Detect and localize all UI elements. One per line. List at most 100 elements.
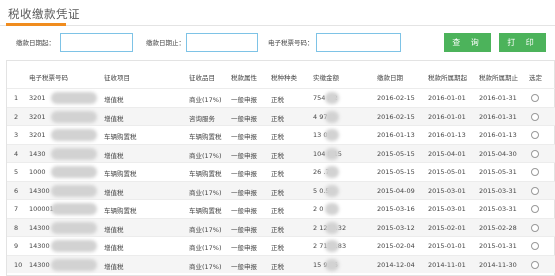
table-row[interactable]: 5 1000 车辆购置税 车辆购置税 一般申报 正税 26 .74 2015-05-15 201… (7, 162, 555, 181)
row-tax-kind: 正税 (271, 207, 284, 215)
row-number: 10 (14, 260, 23, 269)
row-payment-date: 2015-05-15 (377, 149, 415, 158)
row-levy-item: 增值税 (104, 225, 124, 234)
row-payment-date: 2016-02-15 (377, 112, 415, 121)
row-number: 5 (14, 168, 19, 176)
row-select-radio[interactable] (531, 186, 539, 195)
row-select-radio[interactable] (531, 260, 539, 269)
table-row[interactable]: 6 14300 增值税 商业(17%) 一般申报 正税 5 0.58 2015-04-09 20… (7, 180, 555, 199)
row-select-radio[interactable] (531, 112, 539, 121)
row-ticket-number: 1000 (29, 168, 46, 176)
row-levy-category: 商业(17%) (189, 244, 222, 252)
row-number: 4 (14, 149, 19, 158)
row-tax-attribute: 一般申报 (231, 170, 257, 178)
redaction-mark (325, 147, 339, 160)
row-period-end: 2016-01-31 (479, 94, 517, 102)
row-levy-category: 车辆购置税 (189, 133, 222, 141)
row-levy-category: 咨询服务 (189, 114, 215, 123)
row-tax-attribute: 一般申报 (231, 188, 257, 197)
end-date-label: 缴款日期止： (146, 39, 185, 47)
row-ticket-number: 14300 (29, 242, 50, 250)
row-tax-attribute: 一般申报 (231, 114, 257, 123)
row-period-end: 2015-03-31 (479, 186, 517, 195)
table-header: 电子税票号码 征收项目 征收品目 税款属性 税种种类 实缴金额 缴款日期 税款所… (7, 72, 555, 86)
table-row[interactable]: 7 100001 车辆购置税 车辆购置税 一般申报 正税 2 0 2015-03-16 2015… (7, 199, 555, 218)
redaction-mark (325, 184, 339, 197)
print-button[interactable]: 打 印 (499, 33, 546, 52)
start-date-input[interactable] (60, 33, 133, 52)
row-number: 7 (14, 205, 19, 213)
table-row[interactable]: 1014300增值税商业(17%)一般申报正税15 9.562014-12-04… (7, 254, 555, 273)
row-select-radio[interactable] (531, 242, 539, 250)
col-period-start: 税款所属期起 (428, 74, 467, 82)
redaction-mark (325, 203, 339, 215)
table-row[interactable]: 41430增值税商业(17%)一般申报正税104 8.152015-05-152… (7, 143, 555, 162)
row-payment-date: 2016-02-15 (377, 94, 415, 102)
row-levy-item: 车辆购置税 (104, 170, 137, 178)
row-select-radio[interactable] (531, 94, 539, 102)
row-payment-date: 2015-04-09 (377, 186, 415, 195)
row-tax-attribute: 一般申报 (231, 96, 257, 104)
row-number: 6 (14, 186, 19, 195)
row-payment-date: 2016-01-13 (377, 131, 415, 139)
row-period-start: 2015-03-01 (428, 205, 466, 213)
row-period-start: 2016-01-01 (428, 112, 466, 121)
redaction-mark (51, 203, 97, 215)
redaction-mark (51, 166, 97, 178)
ticket-number-input[interactable] (316, 33, 401, 52)
row-tax-attribute: 一般申报 (231, 225, 257, 234)
table-row[interactable]: 814300增值税商业(17%)一般申报正税2 1212.322015-03-1… (7, 217, 555, 236)
redaction-mark (51, 147, 97, 160)
row-number: 9 (14, 242, 19, 250)
row-levy-item: 增值税 (104, 96, 124, 104)
row-tax-kind: 正税 (271, 188, 284, 197)
table-row[interactable]: 13201增值税商业(17%)一般申报正税754 .322016-02-1520… (7, 88, 555, 107)
page-header: 税收缴款凭证 (0, 0, 555, 26)
redaction-mark (325, 258, 339, 271)
redaction-mark (325, 221, 339, 234)
row-payment-date: 2015-03-16 (377, 205, 415, 213)
row-period-start: 2015-02-01 (428, 223, 466, 232)
redaction-mark (51, 92, 97, 104)
row-period-end: 2015-03-31 (479, 205, 517, 213)
row-select-radio[interactable] (531, 223, 539, 232)
row-select-radio[interactable] (531, 149, 539, 158)
redaction-mark (325, 110, 339, 123)
row-period-end: 2015-02-28 (479, 223, 517, 232)
col-period-end: 税款所属期止 (479, 74, 518, 82)
end-date-input[interactable] (186, 33, 258, 52)
row-period-end: 2015-05-31 (479, 168, 517, 176)
row-select-radio[interactable] (531, 168, 539, 176)
redaction-mark (51, 240, 97, 252)
page-title: 税收缴款凭证 (8, 7, 80, 21)
table-row[interactable]: 2 3201 增值税 咨询服务 一般申报 正税 4 97 2016-02-15 2016-01-… (7, 106, 555, 125)
row-levy-category: 商业(17%) (189, 151, 222, 160)
row-tax-attribute: 一般申报 (231, 207, 257, 215)
row-tax-kind: 正税 (271, 225, 284, 234)
row-levy-item: 车辆购置税 (104, 133, 137, 141)
redaction-mark (51, 184, 97, 197)
row-payment-date: 2014-12-04 (377, 260, 415, 269)
row-levy-item: 增值税 (104, 188, 124, 197)
row-period-start: 2015-01-01 (428, 242, 466, 250)
col-tax-attribute: 税款属性 (231, 74, 257, 82)
row-levy-item: 增值税 (104, 151, 124, 160)
row-number: 1 (14, 94, 19, 102)
row-period-start: 2015-05-01 (428, 168, 466, 176)
row-levy-category: 商业(17%) (189, 225, 222, 234)
start-date-label: 缴款日期起： (16, 39, 55, 47)
redaction-mark (325, 92, 339, 104)
row-paid-amount: 2 0 (313, 205, 324, 213)
row-period-start: 2016-01-13 (428, 131, 466, 139)
col-select: 选定 (529, 74, 542, 82)
row-levy-item: 增值税 (104, 262, 124, 271)
row-select-radio[interactable] (531, 131, 539, 139)
row-tax-kind: 正税 (271, 262, 284, 271)
table-row[interactable]: 3 3201 车辆购置税 车辆购置税 一般申报 正税 13 0 2016-01-13 2016-… (7, 125, 555, 144)
col-tax-kind: 税种种类 (271, 74, 297, 82)
row-tax-attribute: 一般申报 (231, 244, 257, 252)
row-period-end: 2015-01-31 (479, 242, 517, 250)
row-select-radio[interactable] (531, 205, 539, 213)
table-row[interactable]: 914300增值税商业(17%)一般申报正税2 7171.832015-02-0… (7, 236, 555, 255)
query-button[interactable]: 查 询 (444, 33, 491, 52)
